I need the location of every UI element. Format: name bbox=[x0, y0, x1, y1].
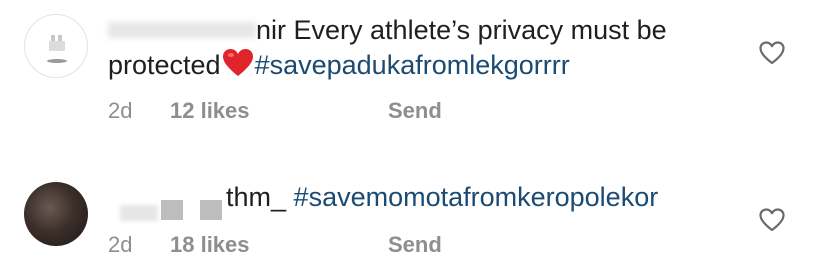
avatar[interactable] bbox=[24, 14, 88, 78]
username[interactable]: thm_ bbox=[226, 182, 286, 212]
avatar-image bbox=[47, 35, 67, 63]
comment-text-continued: protected bbox=[108, 50, 221, 80]
heart-outline-icon[interactable] bbox=[759, 208, 785, 232]
comment-text-line-2: protected #savepadukafromlekgorrrr bbox=[108, 48, 570, 85]
hashtag-link[interactable]: #savemomotafromkeropolekor bbox=[294, 182, 659, 212]
likes-count[interactable]: 12 likes bbox=[170, 98, 250, 124]
likes-count[interactable]: 18 likes bbox=[170, 232, 250, 258]
red-heart-emoji-icon bbox=[222, 48, 254, 85]
comment-text-line-1: thm_ #savemomotafromkeropolekor bbox=[108, 181, 658, 213]
username[interactable]: nir bbox=[256, 15, 286, 45]
avatar[interactable] bbox=[24, 182, 88, 246]
hashtag-link[interactable]: #savepadukafromlekgorrrr bbox=[255, 50, 570, 80]
comment-time: 2d bbox=[108, 98, 133, 123]
comment-text: Every athlete’s privacy must be bbox=[286, 15, 667, 45]
comment-text-line-1: nir Every athlete’s privacy must be bbox=[108, 14, 667, 46]
heart-outline-icon[interactable] bbox=[759, 41, 785, 65]
comment-time: 2d bbox=[108, 232, 133, 257]
send-button[interactable]: Send bbox=[388, 232, 442, 258]
send-button[interactable]: Send bbox=[388, 98, 442, 124]
